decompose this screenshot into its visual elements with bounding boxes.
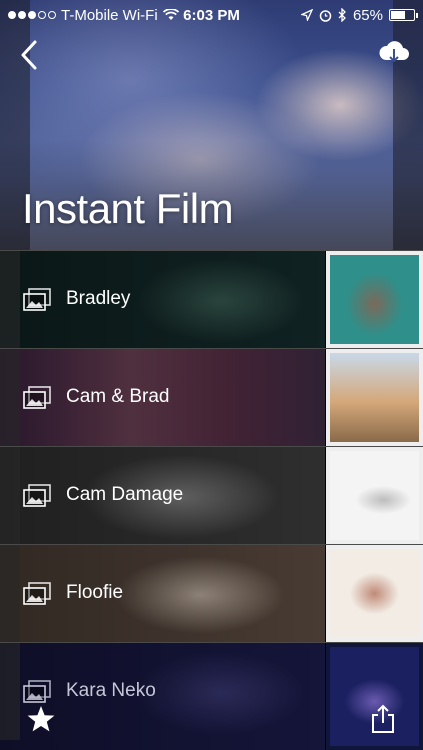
album-thumbnail — [326, 349, 423, 446]
chevron-left-icon — [21, 40, 37, 70]
clock: 6:03 PM — [183, 6, 240, 24]
wifi-icon — [162, 9, 179, 20]
location-arrow-icon — [300, 9, 313, 21]
row-edge — [0, 545, 20, 642]
row-edge — [0, 447, 20, 544]
row-edge — [0, 643, 20, 740]
album-row-floofie[interactable]: Floofie — [0, 544, 423, 642]
photo-stack-icon — [23, 582, 51, 605]
album-name: Bradley — [66, 288, 131, 309]
album-name: Floofie — [66, 582, 124, 603]
album-name: Cam & Brad — [66, 386, 170, 407]
alarm-icon — [319, 9, 332, 22]
album-row-cam-damage[interactable]: Cam Damage — [0, 446, 423, 544]
album-thumbnail — [326, 545, 423, 642]
back-button[interactable] — [16, 38, 46, 72]
download-button[interactable] — [377, 38, 411, 68]
cloud-download-icon — [379, 41, 409, 63]
photo-stack-icon — [23, 484, 51, 507]
album-row-cam-brad[interactable]: Cam & Brad — [0, 348, 423, 446]
signal-strength-icon — [8, 11, 56, 19]
favorite-button[interactable] — [26, 704, 56, 734]
share-icon — [372, 704, 394, 733]
status-bar: T-Mobile Wi-Fi 6:03 PM 65% — [0, 0, 423, 30]
album-thumbnail — [326, 447, 423, 544]
photo-stack-icon — [23, 288, 51, 311]
row-edge — [0, 349, 20, 446]
battery-percent: 65% — [352, 6, 383, 24]
share-button[interactable] — [370, 704, 396, 734]
album-row-bradley[interactable]: Bradley — [0, 250, 423, 348]
battery-icon — [389, 9, 418, 21]
album-thumbnail — [326, 251, 423, 348]
star-icon — [27, 706, 55, 732]
page-title: Instant Film — [22, 185, 234, 232]
album-name: Kara Neko — [66, 680, 156, 701]
photo-stack-icon — [23, 386, 51, 409]
bluetooth-icon — [338, 8, 346, 22]
photo-stack-icon — [23, 680, 51, 703]
album-row-kara-neko[interactable]: Kara Neko — [0, 642, 423, 750]
row-edge — [0, 251, 20, 348]
carrier-label: T-Mobile Wi-Fi — [61, 6, 158, 24]
album-list: Bradley Cam & Brad Cam Damage Floofie Ka… — [0, 250, 423, 750]
battery-level — [391, 11, 406, 19]
album-name: Cam Damage — [66, 484, 184, 505]
